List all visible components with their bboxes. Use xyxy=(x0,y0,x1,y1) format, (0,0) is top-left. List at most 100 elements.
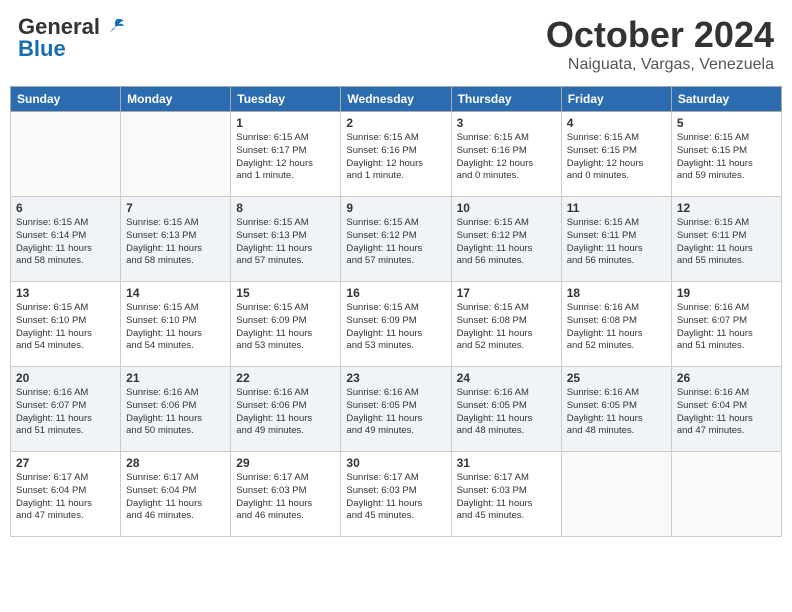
cell-info: Sunrise: 6:16 AMSunset: 6:08 PMDaylight:… xyxy=(567,302,666,353)
calendar-week-row: 27 Sunrise: 6:17 AMSunset: 6:04 PMDayligh… xyxy=(11,452,782,537)
calendar-cell: 17 Sunrise: 6:15 AMSunset: 6:08 PMDayligh… xyxy=(451,282,561,367)
day-number: 21 xyxy=(126,371,225,385)
cell-info: Sunrise: 6:15 AMSunset: 6:14 PMDaylight:… xyxy=(16,217,115,268)
cell-info: Sunrise: 6:16 AMSunset: 6:05 PMDaylight:… xyxy=(567,387,666,438)
day-number: 2 xyxy=(346,116,445,130)
calendar-cell: 23 Sunrise: 6:16 AMSunset: 6:05 PMDayligh… xyxy=(341,367,451,452)
day-number: 14 xyxy=(126,286,225,300)
day-number: 23 xyxy=(346,371,445,385)
calendar-cell: 2 Sunrise: 6:15 AMSunset: 6:16 PMDaylight… xyxy=(341,112,451,197)
cell-info: Sunrise: 6:15 AMSunset: 6:09 PMDaylight:… xyxy=(236,302,335,353)
day-number: 7 xyxy=(126,201,225,215)
cell-info: Sunrise: 6:16 AMSunset: 6:04 PMDaylight:… xyxy=(677,387,776,438)
cell-info: Sunrise: 6:15 AMSunset: 6:15 PMDaylight:… xyxy=(567,132,666,183)
cell-info: Sunrise: 6:15 AMSunset: 6:12 PMDaylight:… xyxy=(346,217,445,268)
cell-info: Sunrise: 6:17 AMSunset: 6:04 PMDaylight:… xyxy=(126,472,225,523)
day-number: 4 xyxy=(567,116,666,130)
calendar-cell: 4 Sunrise: 6:15 AMSunset: 6:15 PMDaylight… xyxy=(561,112,671,197)
cell-info: Sunrise: 6:15 AMSunset: 6:13 PMDaylight:… xyxy=(126,217,225,268)
day-number: 30 xyxy=(346,456,445,470)
day-number: 29 xyxy=(236,456,335,470)
cell-info: Sunrise: 6:16 AMSunset: 6:07 PMDaylight:… xyxy=(16,387,115,438)
day-number: 5 xyxy=(677,116,776,130)
calendar-cell: 30 Sunrise: 6:17 AMSunset: 6:03 PMDayligh… xyxy=(341,452,451,537)
cell-info: Sunrise: 6:16 AMSunset: 6:05 PMDaylight:… xyxy=(457,387,556,438)
day-number: 1 xyxy=(236,116,335,130)
calendar-week-row: 20 Sunrise: 6:16 AMSunset: 6:07 PMDayligh… xyxy=(11,367,782,452)
calendar-cell: 24Sunrise: 6:16 AMSunset: 6:05 PMDayligh… xyxy=(451,367,561,452)
day-number: 13 xyxy=(16,286,115,300)
cell-info: Sunrise: 6:15 AMSunset: 6:17 PMDaylight:… xyxy=(236,132,335,183)
day-number: 28 xyxy=(126,456,225,470)
calendar-cell: 29 Sunrise: 6:17 AMSunset: 6:03 PMDayligh… xyxy=(231,452,341,537)
day-number: 20 xyxy=(16,371,115,385)
day-number: 6 xyxy=(16,201,115,215)
calendar-cell: 14 Sunrise: 6:15 AMSunset: 6:10 PMDayligh… xyxy=(121,282,231,367)
calendar-week-row: 1 Sunrise: 6:15 AMSunset: 6:17 PMDaylight… xyxy=(11,112,782,197)
title-block: October 2024 Naiguata, Vargas, Venezuela xyxy=(546,14,774,74)
calendar-cell: 26 Sunrise: 6:16 AMSunset: 6:04 PMDayligh… xyxy=(671,367,781,452)
calendar-cell: 7 Sunrise: 6:15 AMSunset: 6:13 PMDaylight… xyxy=(121,197,231,282)
cell-info: Sunrise: 6:15 AMSunset: 6:08 PMDaylight:… xyxy=(457,302,556,353)
day-number: 31 xyxy=(457,456,556,470)
day-number: 16 xyxy=(346,286,445,300)
cell-info: Sunrise: 6:16 AMSunset: 6:06 PMDaylight:… xyxy=(126,387,225,438)
calendar-cell: 21 Sunrise: 6:16 AMSunset: 6:06 PMDayligh… xyxy=(121,367,231,452)
day-number: 17 xyxy=(457,286,556,300)
calendar-cell: 19Sunrise: 6:16 AMSunset: 6:07 PMDayligh… xyxy=(671,282,781,367)
day-number: 12 xyxy=(677,201,776,215)
calendar-cell: 15 Sunrise: 6:15 AMSunset: 6:09 PMDayligh… xyxy=(231,282,341,367)
cell-info: Sunrise: 6:15 AMSunset: 6:11 PMDaylight:… xyxy=(567,217,666,268)
calendar-cell: 16 Sunrise: 6:15 AMSunset: 6:09 PMDayligh… xyxy=(341,282,451,367)
calendar-cell xyxy=(121,112,231,197)
calendar-table: SundayMondayTuesdayWednesdayThursdayFrid… xyxy=(10,86,782,537)
page-header: General Blue October 2024 Naiguata, Varg… xyxy=(10,10,782,78)
day-number: 26 xyxy=(677,371,776,385)
cell-info: Sunrise: 6:17 AMSunset: 6:04 PMDaylight:… xyxy=(16,472,115,523)
day-number: 11 xyxy=(567,201,666,215)
calendar-cell xyxy=(561,452,671,537)
calendar-cell: 8Sunrise: 6:15 AMSunset: 6:13 PMDaylight… xyxy=(231,197,341,282)
calendar-cell: 9 Sunrise: 6:15 AMSunset: 6:12 PMDaylight… xyxy=(341,197,451,282)
calendar-cell: 18Sunrise: 6:16 AMSunset: 6:08 PMDayligh… xyxy=(561,282,671,367)
day-number: 25 xyxy=(567,371,666,385)
weekday-header-tuesday: Tuesday xyxy=(231,87,341,112)
weekday-header-thursday: Thursday xyxy=(451,87,561,112)
cell-info: Sunrise: 6:17 AMSunset: 6:03 PMDaylight:… xyxy=(346,472,445,523)
calendar-cell: 27 Sunrise: 6:17 AMSunset: 6:04 PMDayligh… xyxy=(11,452,121,537)
calendar-cell: 22Sunrise: 6:16 AMSunset: 6:06 PMDayligh… xyxy=(231,367,341,452)
calendar-cell: 12 Sunrise: 6:15 AMSunset: 6:11 PMDayligh… xyxy=(671,197,781,282)
day-number: 9 xyxy=(346,201,445,215)
weekday-header-saturday: Saturday xyxy=(671,87,781,112)
weekday-header-wednesday: Wednesday xyxy=(341,87,451,112)
weekday-header-monday: Monday xyxy=(121,87,231,112)
cell-info: Sunrise: 6:15 AMSunset: 6:10 PMDaylight:… xyxy=(126,302,225,353)
cell-info: Sunrise: 6:16 AMSunset: 6:06 PMDaylight:… xyxy=(236,387,335,438)
calendar-cell xyxy=(671,452,781,537)
calendar-cell: 31Sunrise: 6:17 AMSunset: 6:03 PMDayligh… xyxy=(451,452,561,537)
calendar-cell: 11 Sunrise: 6:15 AMSunset: 6:11 PMDayligh… xyxy=(561,197,671,282)
cell-info: Sunrise: 6:15 AMSunset: 6:16 PMDaylight:… xyxy=(346,132,445,183)
cell-info: Sunrise: 6:15 AMSunset: 6:12 PMDaylight:… xyxy=(457,217,556,268)
calendar-cell: 10Sunrise: 6:15 AMSunset: 6:12 PMDayligh… xyxy=(451,197,561,282)
cell-info: Sunrise: 6:15 AMSunset: 6:10 PMDaylight:… xyxy=(16,302,115,353)
calendar-cell: 5Sunrise: 6:15 AMSunset: 6:15 PMDaylight… xyxy=(671,112,781,197)
cell-info: Sunrise: 6:15 AMSunset: 6:16 PMDaylight:… xyxy=(457,132,556,183)
weekday-header-friday: Friday xyxy=(561,87,671,112)
calendar-cell: 13 Sunrise: 6:15 AMSunset: 6:10 PMDayligh… xyxy=(11,282,121,367)
calendar-cell: 28 Sunrise: 6:17 AMSunset: 6:04 PMDayligh… xyxy=(121,452,231,537)
calendar-cell xyxy=(11,112,121,197)
day-number: 15 xyxy=(236,286,335,300)
calendar-cell: 20 Sunrise: 6:16 AMSunset: 6:07 PMDayligh… xyxy=(11,367,121,452)
weekday-header-sunday: Sunday xyxy=(11,87,121,112)
cell-info: Sunrise: 6:15 AMSunset: 6:09 PMDaylight:… xyxy=(346,302,445,353)
calendar-cell: 25 Sunrise: 6:16 AMSunset: 6:05 PMDayligh… xyxy=(561,367,671,452)
cell-info: Sunrise: 6:17 AMSunset: 6:03 PMDaylight:… xyxy=(236,472,335,523)
cell-info: Sunrise: 6:15 AMSunset: 6:11 PMDaylight:… xyxy=(677,217,776,268)
logo-bird-icon xyxy=(104,16,126,38)
day-number: 27 xyxy=(16,456,115,470)
cell-info: Sunrise: 6:16 AMSunset: 6:07 PMDaylight:… xyxy=(677,302,776,353)
cell-info: Sunrise: 6:15 AMSunset: 6:13 PMDaylight:… xyxy=(236,217,335,268)
cell-info: Sunrise: 6:16 AMSunset: 6:05 PMDaylight:… xyxy=(346,387,445,438)
logo: General Blue xyxy=(18,14,126,62)
